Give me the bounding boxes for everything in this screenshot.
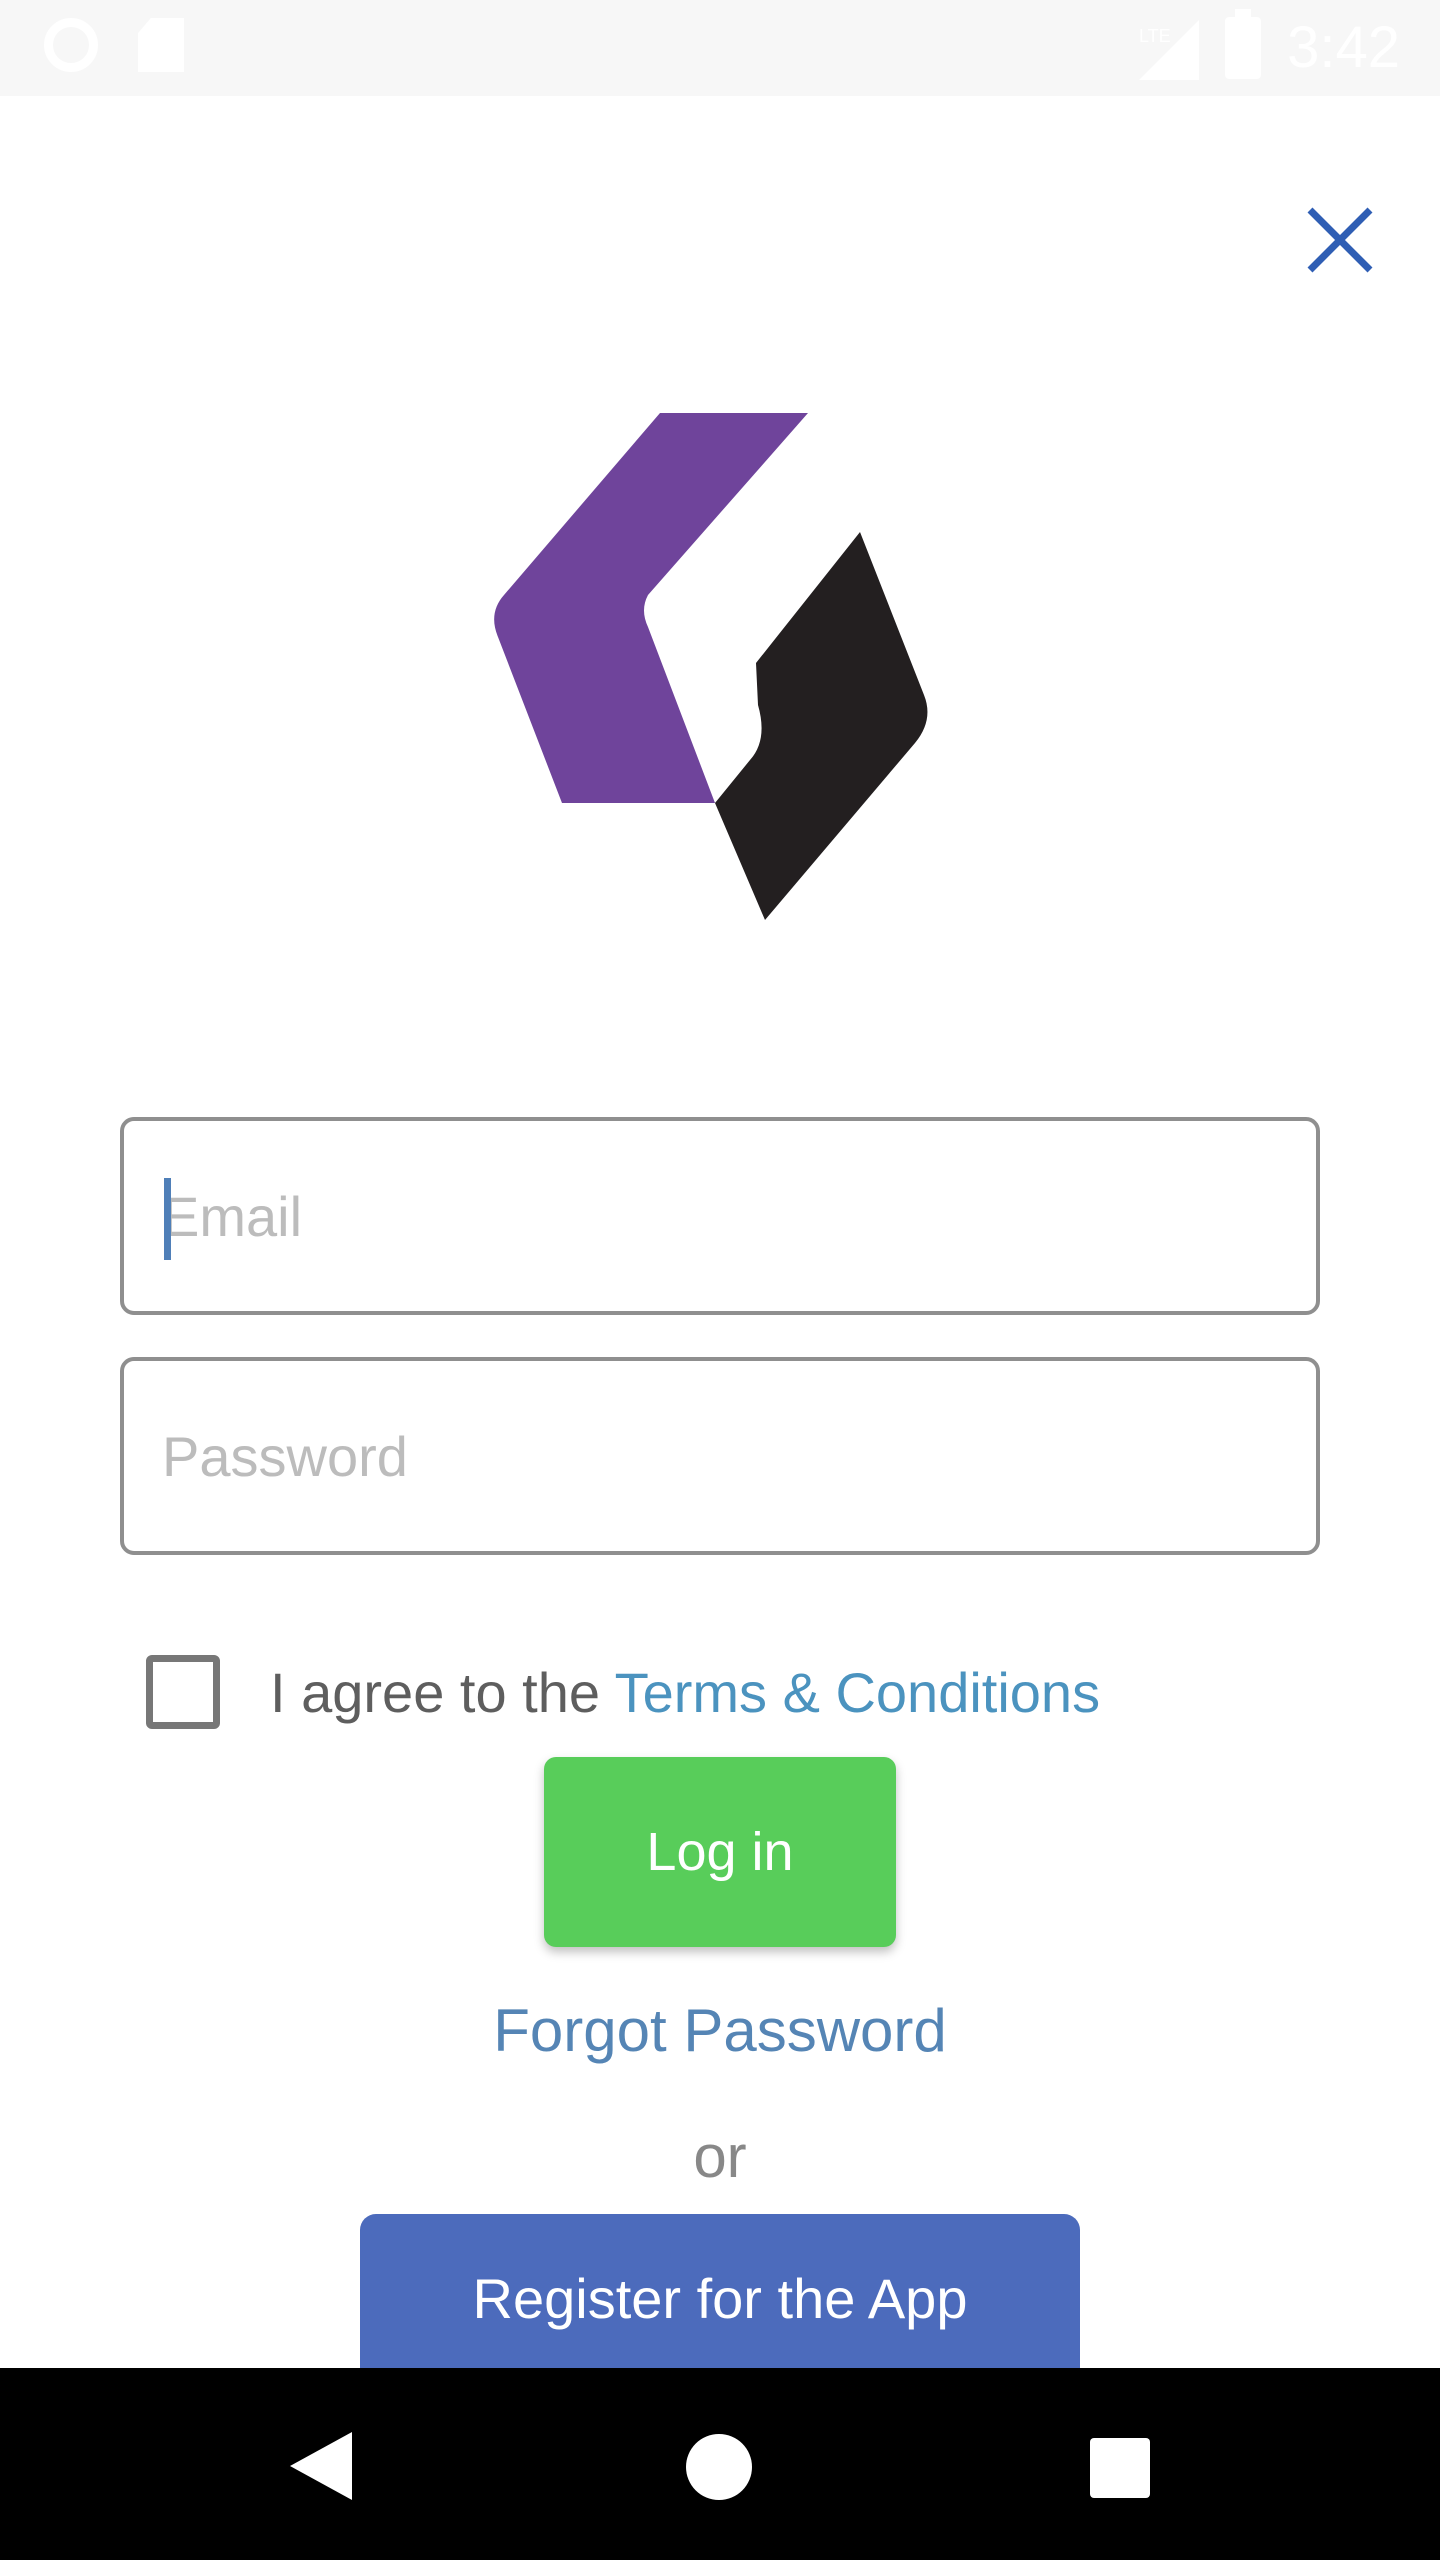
- email-field[interactable]: [120, 1117, 1320, 1315]
- terms-prefix: I agree to the: [270, 1660, 615, 1724]
- or-separator: or: [693, 2123, 747, 2190]
- terms-row: I agree to the Terms & Conditions: [146, 1654, 1100, 1730]
- text-cursor: [164, 1178, 171, 1260]
- back-icon[interactable]: [290, 2432, 352, 2500]
- status-bar: LTE 3:42: [0, 0, 1440, 96]
- close-icon: [1307, 207, 1373, 273]
- forgot-password-link[interactable]: Forgot Password: [0, 1996, 1440, 2065]
- recents-icon[interactable]: [1090, 2438, 1150, 2498]
- terms-text: I agree to the Terms & Conditions: [270, 1660, 1100, 1725]
- circle-notification-icon: [44, 18, 98, 72]
- status-left-icons: [44, 18, 184, 72]
- navigation-bar: [0, 2368, 1440, 2560]
- login-button[interactable]: Log in: [544, 1757, 896, 1947]
- status-right-icons: LTE 3:42: [1135, 8, 1400, 81]
- email-input[interactable]: [124, 1121, 1316, 1311]
- network-label: LTE: [1139, 26, 1171, 46]
- app-logo: [490, 405, 940, 925]
- sd-card-icon: [138, 18, 184, 72]
- battery-charging-icon: [1225, 8, 1262, 79]
- lte-signal-icon: LTE: [1135, 16, 1200, 80]
- status-time: 3:42: [1287, 15, 1400, 80]
- home-icon[interactable]: [686, 2434, 752, 2500]
- password-input[interactable]: [124, 1361, 1316, 1551]
- register-button[interactable]: Register for the App: [360, 2214, 1080, 2368]
- terms-link[interactable]: Terms & Conditions: [615, 1661, 1101, 1724]
- terms-checkbox[interactable]: [146, 1655, 220, 1729]
- password-field[interactable]: [120, 1357, 1320, 1555]
- close-button[interactable]: [1300, 200, 1380, 280]
